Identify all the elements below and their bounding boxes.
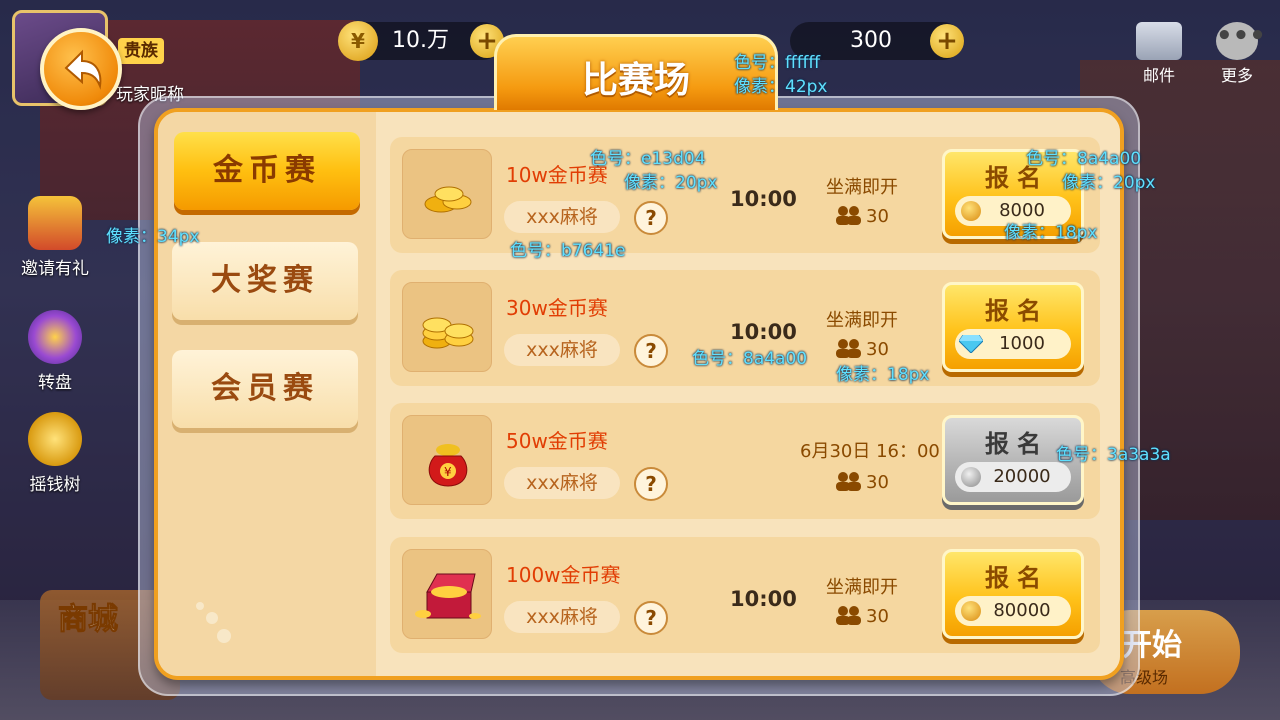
player-count: 30: [834, 205, 889, 227]
match-name: 30w金币赛: [506, 296, 608, 320]
players-icon: [836, 206, 861, 225]
more-label: 更多: [1220, 66, 1253, 85]
mail-icon: [1136, 22, 1182, 60]
player-count-value: 30: [866, 472, 889, 493]
mail-button[interactable]: 邮件: [1134, 22, 1184, 86]
player-count: 30: [834, 338, 889, 360]
back-arrow-icon: [64, 49, 102, 90]
match-status: 坐满即开: [826, 177, 898, 198]
gold-amount: 10.万: [392, 28, 449, 53]
coin-icon: [961, 201, 981, 221]
entry-fee-value: 80000: [993, 600, 1051, 621]
tab-gold-match[interactable]: 金币赛: [174, 132, 360, 210]
entry-fee: 1000: [955, 329, 1071, 359]
treasure-chest-icon: [402, 549, 492, 639]
annotation-tag-color: 色号：b7641e: [510, 241, 626, 261]
match-time: 10:00: [730, 320, 797, 344]
signup-label: 报名: [985, 564, 1049, 592]
game-tag: xxx麻将: [504, 201, 620, 233]
wheel-icon: [28, 310, 82, 364]
coin-icon: [961, 601, 981, 621]
match-time: 10:00: [730, 587, 797, 611]
money-bag-icon: ¥: [402, 415, 492, 505]
player-count-value: 30: [866, 606, 889, 627]
match-name: 100w金币赛: [506, 563, 621, 587]
annotation-tab-size: 像素：34px: [106, 227, 200, 247]
gold-balance: ¥ 10.万 +: [338, 21, 504, 61]
coin-icon: [961, 467, 981, 487]
player-count: 30: [834, 605, 889, 627]
annotation-disabled-color: 色号：3a3a3a: [1056, 445, 1171, 465]
players-icon: [836, 606, 861, 625]
coin-stack-icon: [402, 282, 492, 372]
players-icon: [836, 472, 861, 491]
shop-label: 商城: [58, 602, 119, 638]
player-count-value: 30: [866, 339, 889, 360]
tab-member-match[interactable]: 会员赛: [172, 350, 358, 428]
match-row: ¥ 50w金币赛 xxx麻将 ? 6月30日 16：00 30 报名 20000: [390, 403, 1100, 519]
entry-fee: 20000: [955, 462, 1071, 492]
signup-button[interactable]: 报名 80000: [942, 549, 1084, 639]
annotation-signup-color: 色号：8a4a00: [1026, 149, 1142, 169]
match-time: 6月30日 16：00: [800, 441, 940, 462]
help-button[interactable]: ?: [634, 601, 668, 635]
entry-fee: 80000: [955, 596, 1071, 626]
match-time: 10:00: [730, 187, 797, 211]
sidebar-item-invite[interactable]: 邀请有礼: [10, 196, 100, 279]
ticket-amount: 300: [850, 28, 892, 53]
more-button[interactable]: ••• 更多: [1212, 22, 1266, 86]
signup-button[interactable]: 报名 1000: [942, 282, 1084, 372]
annotation-title-color: 色号：ffffff: [734, 53, 821, 73]
annotation-status-color: 色号：8a4a00: [692, 349, 808, 369]
match-name: 50w金币赛: [506, 429, 608, 453]
match-row: 10w金币赛 xxx麻将 ? 10:00 坐满即开 30 报名 8000: [390, 137, 1100, 253]
add-ticket-button[interactable]: +: [930, 24, 964, 58]
entry-fee-value: 20000: [993, 466, 1051, 487]
game-tag: xxx麻将: [504, 601, 620, 633]
game-tag: xxx麻将: [504, 467, 620, 499]
sidebar-item-label: 转盘: [38, 373, 72, 393]
sidebar-item-money-tree[interactable]: 摇钱树: [10, 412, 100, 495]
mail-label: 邮件: [1142, 66, 1175, 85]
players-icon: [836, 339, 861, 358]
yen-coin-icon: ¥: [338, 21, 378, 61]
entry-fee-value: 1000: [999, 333, 1045, 354]
sidebar-item-wheel[interactable]: 转盘: [10, 310, 100, 393]
match-status: 坐满即开: [826, 577, 898, 598]
annotation-title-size: 像素：42px: [734, 77, 828, 97]
bubble-decoration: [196, 602, 231, 643]
signup-label: 报名: [985, 297, 1049, 325]
diamond-icon: [959, 335, 983, 353]
gift-icon: [28, 196, 82, 250]
tab-grand-prize[interactable]: 大奖赛: [172, 242, 358, 320]
noble-badge: 贵族: [118, 38, 164, 64]
annotation-status-size: 像素：18px: [836, 365, 930, 385]
annotation-signup-size: 像素：20px: [1062, 173, 1156, 193]
sidebar-item-label: 摇钱树: [29, 475, 81, 495]
player-count-value: 30: [866, 206, 889, 227]
player-count: 30: [834, 471, 889, 493]
match-status: 坐满即开: [826, 310, 898, 331]
help-button[interactable]: ?: [634, 467, 668, 501]
back-button[interactable]: [40, 28, 122, 110]
annotation-name-color: 色号：e13d04: [590, 149, 706, 169]
sidebar-item-label: 邀请有礼: [21, 259, 89, 279]
svg-text:¥: ¥: [444, 465, 452, 479]
money-tree-icon: [28, 412, 82, 466]
coin-pile-icon: [402, 149, 492, 239]
help-button[interactable]: ?: [634, 334, 668, 368]
more-icon: •••: [1216, 22, 1266, 60]
annotation-price-size: 像素：18px: [1004, 223, 1098, 243]
game-tag: xxx麻将: [504, 334, 620, 366]
help-button[interactable]: ?: [634, 201, 668, 235]
match-row: 100w金币赛 xxx麻将 ? 10:00 坐满即开 30 报名 80000: [390, 537, 1100, 653]
annotation-name-size: 像素：20px: [624, 173, 718, 193]
